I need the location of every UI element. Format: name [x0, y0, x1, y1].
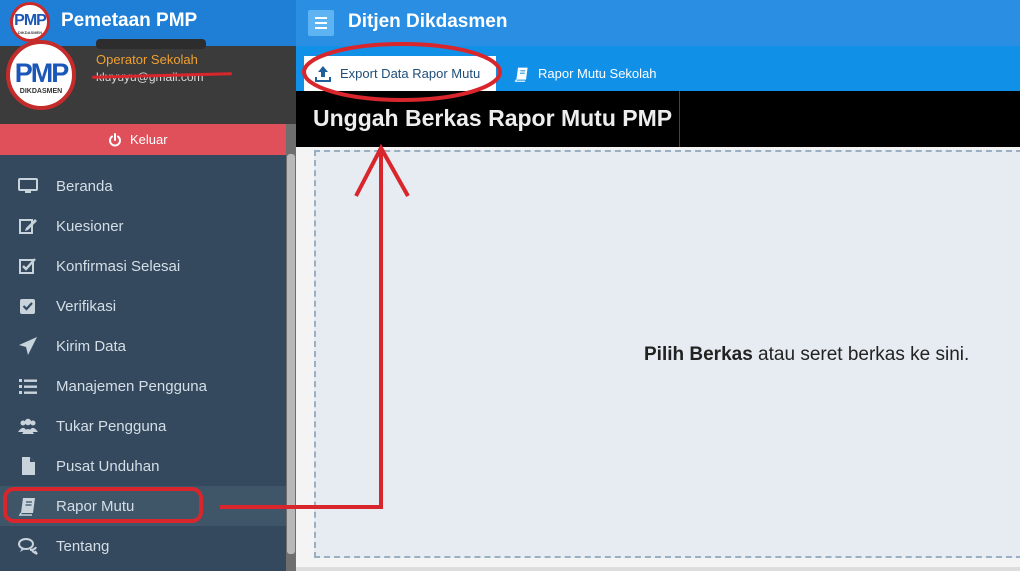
app-title: Pemetaan PMP [61, 10, 198, 31]
file-dropzone[interactable]: Pilih Berkas atau seret berkas ke sini. [314, 150, 1020, 558]
hamburger-menu-icon[interactable] [308, 10, 334, 36]
sidebar-item-tentang[interactable]: Tentang [0, 526, 286, 566]
users-icon [18, 418, 38, 434]
sidebar-item-kuesioner[interactable]: Kuesioner [0, 206, 286, 246]
upload-icon [315, 65, 331, 82]
check-square-icon [20, 299, 35, 314]
sidebar-item-verifikasi[interactable]: Verifikasi [0, 286, 286, 326]
sidebar-item-manajemen-pengguna[interactable]: Manajemen Pengguna [0, 366, 286, 406]
book-icon [514, 67, 528, 82]
pmp-logo-icon: PMP DIKDASMEN [10, 2, 50, 42]
tab-bar: Export Data Rapor Mutu Rapor Mutu Sekola… [296, 46, 1020, 91]
sidebar-item-pusat-unduhan[interactable]: Pusat Unduhan [0, 446, 286, 486]
power-icon [109, 132, 121, 146]
dropzone-text: Pilih Berkas atau seret berkas ke sini. [644, 344, 970, 365]
panel-header: Unggah Berkas Rapor Mutu PMP [296, 91, 1020, 147]
tab-rapor-mutu-sekolah[interactable]: Rapor Mutu Sekolah [504, 56, 667, 91]
sidebar-item-rapor-mutu[interactable]: Rapor Mutu [0, 486, 286, 526]
main-content: Export Data Rapor Mutu Rapor Mutu Sekola… [296, 46, 1020, 571]
choose-file-link[interactable]: Pilih Berkas [644, 344, 753, 365]
bottom-strip [296, 567, 1020, 571]
page-title: Ditjen Dikdasmen [348, 11, 508, 32]
avatar: PMP DIKDASMEN [6, 40, 76, 110]
user-profile: PMP DIKDASMEN Operator Sekolah kluyuyu@g… [0, 39, 296, 124]
checkbox-icon [19, 258, 36, 274]
book-icon [18, 498, 35, 516]
panel-divider [679, 91, 680, 147]
sidebar-item-konfirmasi-selesai[interactable]: Konfirmasi Selesai [0, 246, 286, 286]
user-role: Operator Sekolah [96, 52, 198, 67]
paper-plane-icon [19, 337, 37, 355]
list-icon [19, 379, 37, 394]
panel-title: Unggah Berkas Rapor Mutu PMP [313, 105, 673, 131]
username-redacted [96, 39, 206, 49]
sidebar-scrollbar[interactable] [286, 124, 296, 571]
logout-button[interactable]: Keluar [0, 124, 286, 155]
edit-icon [19, 219, 37, 234]
logout-label: Keluar [130, 132, 168, 147]
tab-export-data-rapor-mutu[interactable]: Export Data Rapor Mutu [304, 56, 496, 91]
scrollbar-thumb[interactable] [287, 154, 295, 554]
sidebar-item-tukar-pengguna[interactable]: Tukar Pengguna [0, 406, 286, 446]
monitor-icon [18, 178, 38, 193]
comments-icon [18, 538, 38, 555]
sidebar-item-kirim-data[interactable]: Kirim Data [0, 326, 286, 366]
file-icon [22, 457, 35, 475]
sidebar-nav: Beranda Kuesioner Konfirmasi Selesai Ver… [0, 166, 286, 566]
sidebar-item-beranda[interactable]: Beranda [0, 166, 286, 206]
sidebar: PMP DIKDASMEN Operator Sekolah kluyuyu@g… [0, 39, 296, 571]
